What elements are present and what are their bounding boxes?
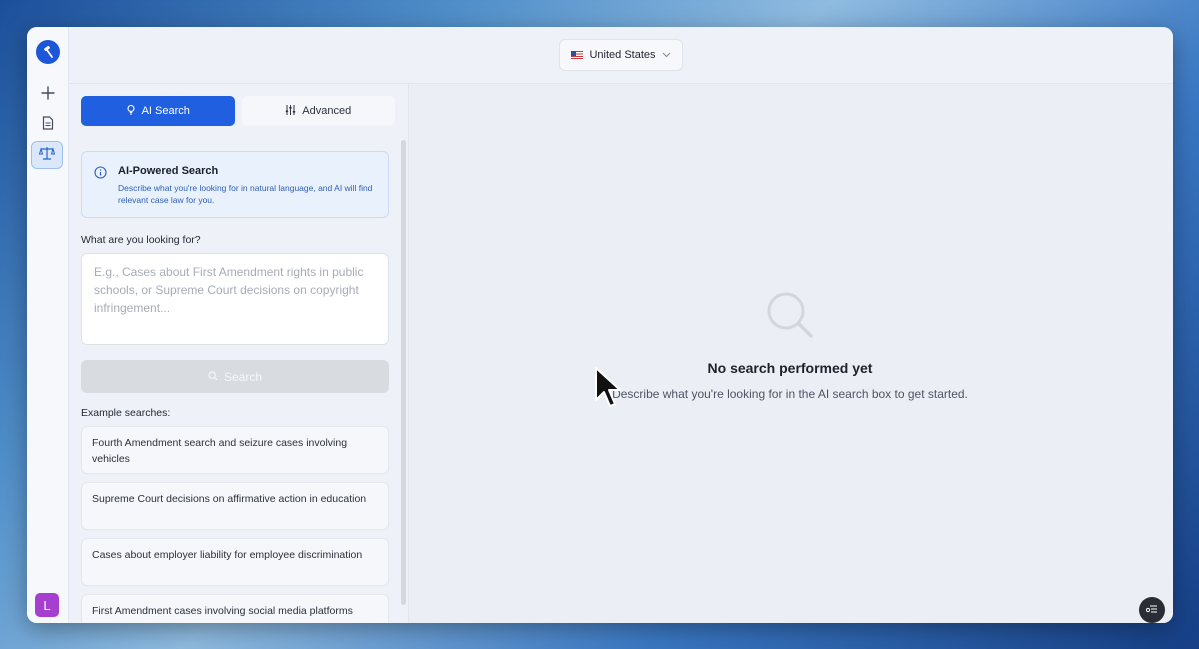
search-button[interactable]: Search [81, 360, 389, 393]
tab-advanced-label: Advanced [302, 105, 352, 117]
chevron-down-icon [662, 49, 671, 61]
mouse-cursor-icon [594, 366, 622, 415]
query-label: What are you looking for? [81, 234, 201, 246]
plus-icon [41, 85, 55, 105]
lightbulb-icon [126, 104, 136, 118]
info-title: AI-Powered Search [118, 165, 219, 177]
country-selector[interactable]: United States [559, 39, 683, 71]
examples-label: Example searches: [81, 407, 171, 419]
new-button[interactable] [35, 82, 61, 108]
search-button-label: Search [223, 369, 263, 384]
search-mode-tabs: AI Search Advanced [81, 96, 395, 126]
menu-lines-icon [1145, 601, 1158, 619]
app-window: L United States AI Search Advanced AI-Po… [27, 27, 1173, 623]
example-search-item[interactable]: Fourth Amendment search and seizure case… [81, 426, 389, 474]
search-icon [764, 289, 816, 346]
info-icon [94, 166, 107, 184]
document-icon [42, 115, 54, 135]
example-search-item[interactable]: First Amendment cases involving social m… [81, 594, 389, 623]
sliders-icon [285, 104, 296, 118]
case-law-button[interactable] [31, 141, 63, 169]
search-icon [208, 370, 218, 384]
gavel-logo-icon[interactable] [36, 40, 60, 64]
chat-toggle-button[interactable] [1139, 597, 1165, 623]
example-search-item[interactable]: Supreme Court decisions on affirmative a… [81, 482, 389, 530]
empty-state-title: No search performed yet [707, 360, 873, 376]
empty-state-description: Describe what you're looking for in the … [612, 387, 968, 401]
icon-rail: L [27, 27, 69, 623]
tab-ai-search-label: AI Search [141, 105, 190, 117]
search-panel: AI Search Advanced AI-Powered Search Des… [69, 84, 409, 623]
documents-button[interactable] [35, 112, 61, 138]
user-avatar[interactable]: L [35, 593, 59, 617]
tab-ai-search[interactable]: AI Search [81, 96, 235, 126]
panel-scrollbar[interactable] [401, 140, 406, 605]
example-search-item[interactable]: Cases about employer liability for emplo… [81, 538, 389, 586]
ai-info-callout: AI-Powered Search Describe what you're l… [81, 151, 389, 218]
us-flag-icon [571, 51, 584, 59]
info-description: Describe what you're looking for in natu… [118, 183, 373, 205]
results-area: No search performed yet Describe what yo… [409, 84, 1173, 623]
tab-advanced[interactable]: Advanced [241, 96, 395, 126]
top-bar: United States [69, 27, 1173, 84]
query-input[interactable] [81, 253, 389, 345]
scales-icon [38, 146, 56, 165]
country-label: United States [589, 49, 656, 61]
avatar-initial: L [43, 597, 51, 613]
